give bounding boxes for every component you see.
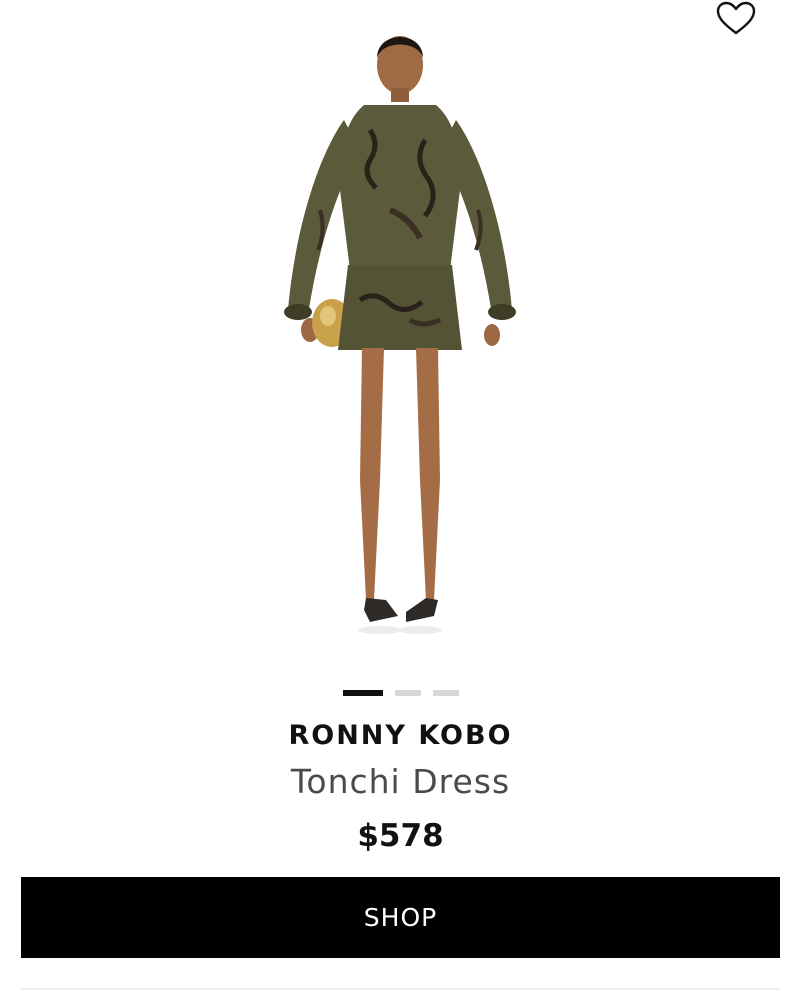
carousel-dot-2[interactable] [394,690,421,696]
heart-icon [716,1,756,35]
carousel-dot-3[interactable] [432,690,459,696]
carousel-dot-1[interactable] [342,690,383,696]
wishlist-button[interactable] [714,0,758,40]
shop-button[interactable]: SHOP [21,877,780,958]
product-image[interactable] [240,10,560,650]
product-name: Tonchi Dress [290,762,511,801]
model-illustration [284,36,516,634]
divider [21,988,780,990]
brand-name: RONNY KOBO [288,720,513,751]
carousel-indicator [0,690,801,696]
product-price: $578 [357,818,444,854]
